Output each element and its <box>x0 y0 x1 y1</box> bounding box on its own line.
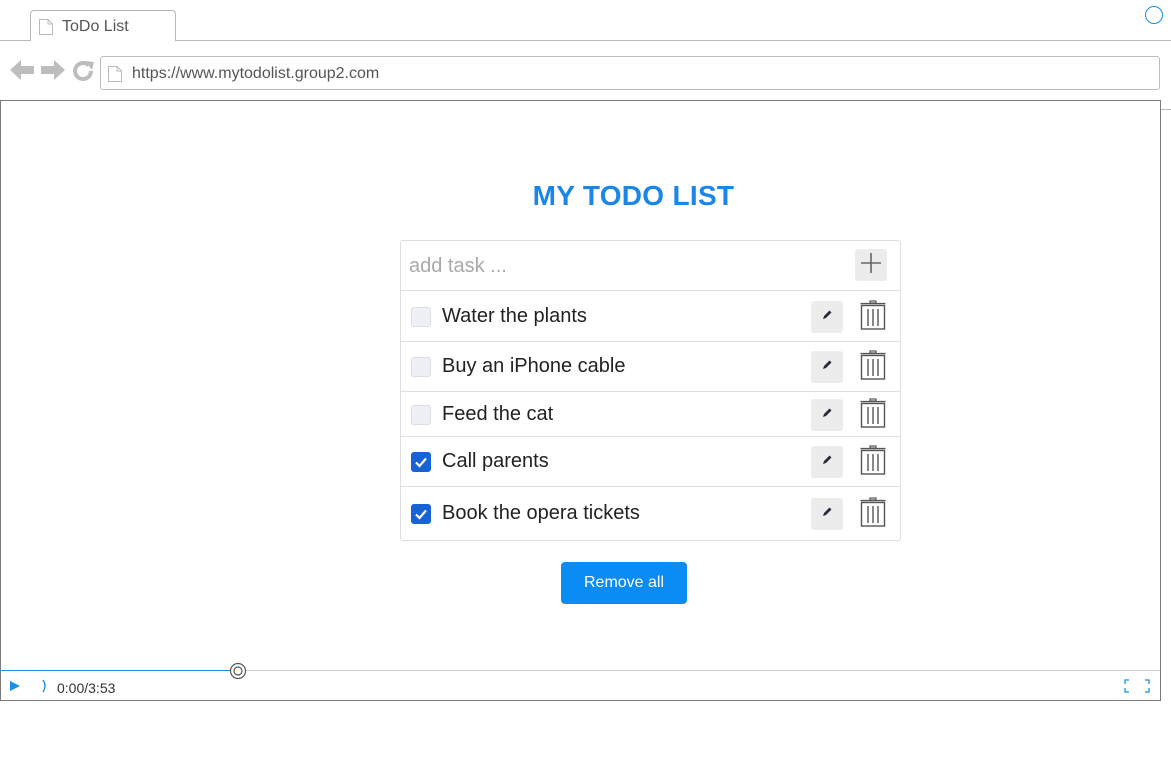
edit-task-button[interactable] <box>811 301 843 333</box>
progress-bar-played[interactable] <box>1 670 238 671</box>
add-task-button[interactable] <box>855 249 887 281</box>
tab-title: ToDo List <box>62 18 129 35</box>
volume-icon[interactable] <box>40 678 50 699</box>
trash-icon <box>859 299 887 335</box>
add-task-input[interactable] <box>409 251 839 281</box>
task-label: Buy an iPhone cable <box>442 355 626 377</box>
time-display: 0:00/3:53 <box>57 680 116 696</box>
task-label: Water the plants <box>442 305 587 327</box>
page-icon <box>107 65 123 88</box>
remove-all-button[interactable]: Remove all <box>561 562 687 604</box>
edit-task-button[interactable] <box>811 351 843 383</box>
todo-list-panel: Water the plants Buy an iPhone cable Feed … <box>400 240 901 541</box>
task-label: Book the opera tickets <box>442 502 640 524</box>
delete-task-button[interactable] <box>859 397 887 433</box>
task-row: Buy an iPhone cable <box>401 342 900 392</box>
task-row: Call parents <box>401 437 900 487</box>
pencil-icon <box>821 358 833 376</box>
edit-task-button[interactable] <box>811 446 843 478</box>
page-title: MY TODO LIST <box>532 180 735 211</box>
progress-bar-track[interactable] <box>238 670 1160 671</box>
address-bar[interactable]: https://www.mytodolist.group2.com <box>100 56 1160 90</box>
task-row: Water the plants <box>401 291 900 342</box>
forward-arrow-icon[interactable] <box>40 59 66 86</box>
back-arrow-icon[interactable] <box>10 59 36 86</box>
delete-task-button[interactable] <box>859 496 887 532</box>
page-viewport: MY TODO LIST Water the plants Buy an iPho… <box>0 100 1161 701</box>
edit-task-button[interactable] <box>811 399 843 431</box>
url-text: https://www.mytodolist.group2.com <box>132 65 380 82</box>
trash-icon <box>859 349 887 385</box>
pencil-icon <box>821 406 833 424</box>
chrome-edge-line <box>1160 109 1171 110</box>
task-checkbox[interactable] <box>411 504 431 524</box>
pencil-icon <box>821 453 833 471</box>
trash-icon <box>859 444 887 480</box>
task-label: Feed the cat <box>442 403 554 425</box>
fullscreen-icon[interactable] <box>1124 679 1150 698</box>
plus-icon <box>860 252 882 279</box>
task-label: Call parents <box>442 450 549 472</box>
task-row: Feed the cat <box>401 392 900 437</box>
progress-knob-icon[interactable] <box>229 662 247 680</box>
window-control-button[interactable] <box>1145 6 1163 24</box>
pencil-icon <box>821 308 833 326</box>
tab-bar: ToDo List <box>0 0 1171 41</box>
delete-task-button[interactable] <box>859 299 887 335</box>
play-icon[interactable] <box>9 679 21 697</box>
task-checkbox[interactable] <box>411 307 431 327</box>
task-checkbox[interactable] <box>411 357 431 377</box>
edit-task-button[interactable] <box>811 498 843 530</box>
browser-tab[interactable]: ToDo List <box>30 10 176 41</box>
add-task-row <box>401 241 900 291</box>
trash-icon <box>859 496 887 532</box>
task-row: Book the opera tickets <box>401 487 900 540</box>
checkmark-icon <box>415 457 427 468</box>
trash-icon <box>859 397 887 433</box>
delete-task-button[interactable] <box>859 349 887 385</box>
task-checkbox[interactable] <box>411 405 431 425</box>
task-checkbox[interactable] <box>411 452 431 472</box>
reload-icon[interactable] <box>71 59 95 88</box>
page-icon <box>38 18 54 41</box>
delete-task-button[interactable] <box>859 444 887 480</box>
pencil-icon <box>821 505 833 523</box>
checkmark-icon <box>415 509 427 520</box>
